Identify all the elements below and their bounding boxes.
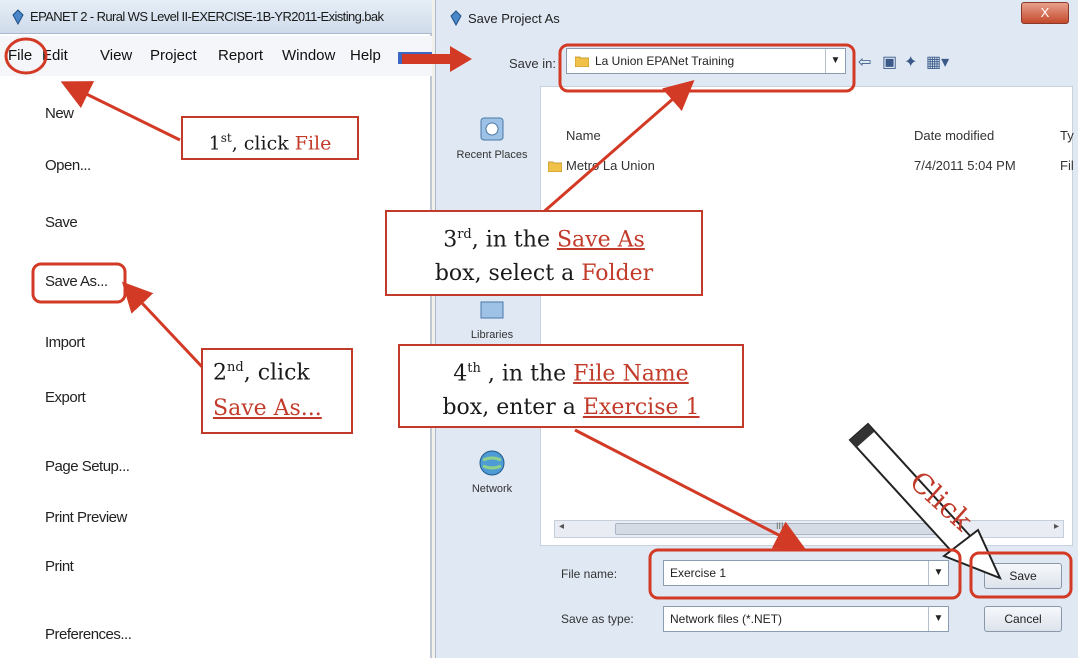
file-menu-open[interactable]: Open...	[45, 157, 91, 174]
file-row-date: 7/4/2011 5:04 PM	[914, 158, 1016, 173]
step4-highlight2: Exercise 1	[582, 395, 700, 421]
scroll-thumb[interactable]: III	[615, 521, 955, 535]
menu-project[interactable]: Project	[150, 47, 197, 64]
file-menu-print-preview[interactable]: Print Preview	[45, 509, 127, 526]
folder-icon	[548, 161, 562, 172]
step3-callout: 3rd, in the Save As box, select a Folder	[385, 210, 703, 296]
step1-ordinal: st	[220, 131, 232, 145]
menu-edit[interactable]: Edit	[42, 47, 68, 64]
place-libraries[interactable]: Libraries	[446, 292, 538, 341]
close-button[interactable]: X	[1021, 2, 1069, 24]
save-in-label: Save in:	[509, 56, 556, 71]
up-folder-icon[interactable]: ▣	[882, 52, 897, 72]
step4-number: 4	[453, 361, 468, 387]
view-menu-icon[interactable]: ▦▾	[926, 52, 949, 72]
dialog-title: Save Project As	[468, 11, 560, 26]
step2-highlight: Save As...	[213, 396, 322, 422]
save-type-value: Network files (*.NET)	[670, 612, 783, 626]
file-menu-save[interactable]: Save	[45, 214, 78, 231]
place-recent-places[interactable]: Recent Places	[446, 112, 538, 161]
step4-text: , in the	[480, 361, 574, 387]
save-project-dialog: Save Project As X Save in: La Union EPAN…	[435, 0, 1078, 658]
column-date-header[interactable]: Date modified	[914, 128, 994, 143]
file-name-label: File name:	[561, 567, 618, 581]
file-menu-new[interactable]: New	[45, 105, 74, 122]
back-arrow-icon[interactable]: ⇦	[858, 52, 871, 72]
step4-highlight: File Name	[573, 361, 689, 387]
place-label: Libraries	[470, 329, 514, 341]
step3-line2: box, select a	[434, 261, 582, 287]
menubar-overflow-bar	[398, 52, 432, 64]
recent-places-icon	[480, 117, 504, 141]
scroll-thumb-grip: III	[776, 521, 784, 531]
column-name-header[interactable]: Name	[566, 128, 601, 143]
menu-file[interactable]: File	[8, 47, 32, 64]
folder-icon	[575, 56, 589, 67]
place-label: Network	[471, 483, 513, 495]
menu-report[interactable]: Report	[218, 47, 263, 64]
step1-number: 1	[208, 132, 221, 155]
menu-view[interactable]: View	[100, 47, 132, 64]
cancel-button[interactable]: Cancel	[984, 606, 1062, 632]
chevron-down-icon[interactable]: ▼	[928, 607, 948, 631]
file-menu-import[interactable]: Import	[45, 334, 85, 351]
epanet-window: EPANET 2 - Rural WS Level II-EXERCISE-1B…	[0, 0, 432, 658]
save-button[interactable]: Save	[984, 563, 1062, 589]
epanet-title-bar: EPANET 2 - Rural WS Level II-EXERCISE-1B…	[0, 0, 432, 34]
step3-text: , in the	[471, 227, 557, 253]
place-label: Recent Places	[456, 149, 528, 161]
epanet-menubar: File Edit View Project Report Window Hel…	[0, 36, 432, 76]
step1-highlight: File	[294, 132, 332, 155]
step4-callout: 4th , in the File Name box, enter a Exer…	[398, 344, 744, 428]
chevron-down-icon[interactable]: ▼	[825, 49, 845, 73]
column-type-header[interactable]: Ty	[1060, 128, 1074, 143]
network-globe-icon	[479, 450, 505, 476]
scroll-left-arrow-icon[interactable]: ◂	[559, 521, 564, 532]
file-menu-save-as[interactable]: Save As...	[45, 273, 108, 290]
libraries-icon	[480, 301, 504, 319]
save-in-value: La Union EPANet Training	[595, 54, 735, 68]
new-folder-icon[interactable]: ✦	[904, 52, 917, 72]
file-menu-preferences[interactable]: Preferences...	[45, 626, 132, 643]
place-network[interactable]: Network	[446, 446, 538, 495]
step4-line2: box, enter a	[442, 395, 583, 421]
save-in-combobox[interactable]: La Union EPANet Training ▼	[566, 48, 846, 74]
step3-highlight: Save As	[556, 227, 645, 253]
chevron-down-icon[interactable]: ▼	[928, 561, 948, 585]
file-menu-print[interactable]: Print	[45, 558, 74, 575]
step3-ordinal: rd	[457, 227, 472, 242]
step1-text: , click	[231, 132, 295, 155]
menu-window[interactable]: Window	[282, 47, 335, 64]
file-name-input[interactable]: Exercise 1 ▼	[663, 560, 949, 586]
file-row-name: Metro La Union	[566, 158, 655, 173]
save-type-label: Save as type:	[561, 612, 634, 626]
scroll-right-arrow-icon[interactable]: ▸	[1054, 521, 1059, 532]
step4-ordinal: th	[467, 361, 481, 376]
step3-number: 3	[443, 227, 458, 253]
dialog-app-icon	[450, 10, 462, 26]
menu-help[interactable]: Help	[350, 47, 381, 64]
file-row-type: Fil	[1060, 158, 1074, 173]
step3-highlight2: Folder	[581, 261, 654, 287]
file-list-pane	[540, 86, 1073, 546]
step2-ordinal: nd	[227, 360, 244, 375]
file-menu-page-setup[interactable]: Page Setup...	[45, 458, 130, 475]
epanet-window-title: EPANET 2 - Rural WS Level II-EXERCISE-1B…	[30, 9, 384, 24]
step2-callout: 2nd, click Save As...	[201, 348, 353, 434]
file-name-value: Exercise 1	[670, 566, 727, 580]
epanet-app-icon	[12, 9, 24, 25]
step2-number: 2	[213, 360, 227, 386]
horizontal-scrollbar[interactable]: ◂ III ▸	[554, 520, 1064, 538]
file-menu-export[interactable]: Export	[45, 389, 86, 406]
close-icon: X	[1040, 5, 1050, 20]
step1-callout: 1st, click File	[181, 116, 359, 160]
step2-text: , click	[243, 360, 310, 386]
places-bar: Recent Places Libraries Network	[446, 86, 538, 556]
save-type-select[interactable]: Network files (*.NET) ▼	[663, 606, 949, 632]
